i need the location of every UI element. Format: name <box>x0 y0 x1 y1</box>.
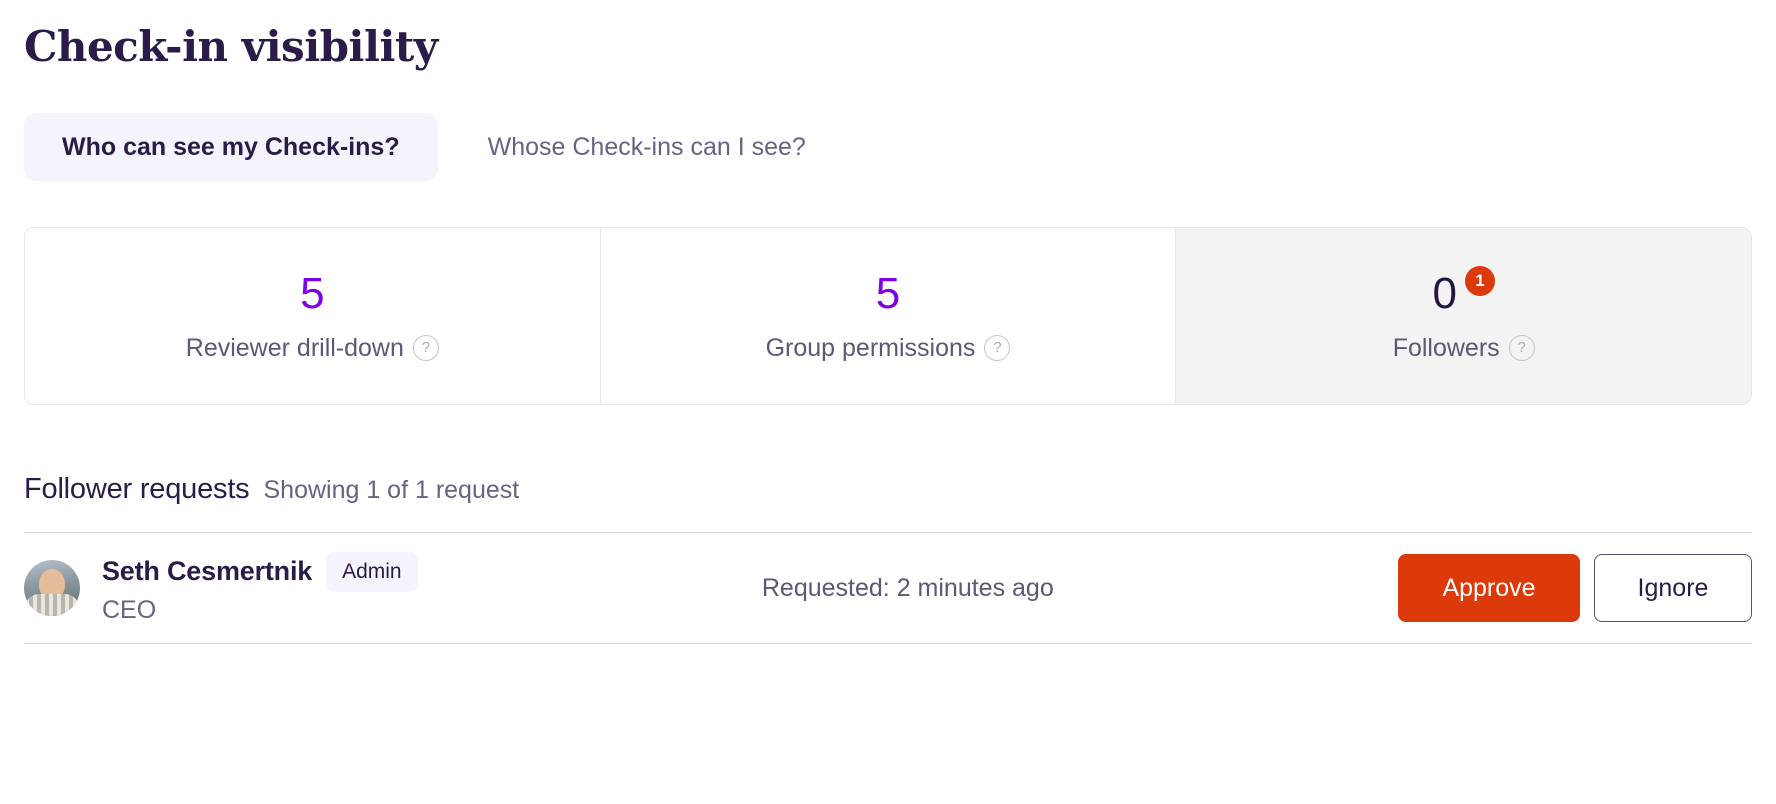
requester-title: CEO <box>102 595 157 624</box>
page-title: Check-in visibility <box>24 22 438 71</box>
avatar-shirt <box>25 594 79 616</box>
notification-badge: 1 <box>1464 265 1495 296</box>
stat-value-row: 5 <box>875 268 901 318</box>
stat-label: Reviewer drill-down <box>185 333 404 362</box>
ignore-button[interactable]: Ignore <box>1594 554 1752 622</box>
stat-card-group: 5 Reviewer drill-down ? 5 Group permissi… <box>24 227 1752 405</box>
requester-name: Seth Cesmertnik <box>102 556 313 586</box>
tab-whose-checkins-can-i-see[interactable]: Whose Check-ins can I see? <box>450 113 844 181</box>
stat-card-followers[interactable]: 0 1 Followers ? <box>1176 228 1751 404</box>
stat-label-row: Group permissions ? <box>766 334 1011 363</box>
requester-name-row: Seth Cesmertnik Admin <box>102 551 418 592</box>
tab-label: Who can see my Check-ins? <box>62 132 400 161</box>
stat-label-row: Followers ? <box>1393 334 1535 363</box>
follower-request-row: Seth Cesmertnik Admin CEO Requested: 2 m… <box>24 532 1752 644</box>
stat-label-row: Reviewer drill-down ? <box>186 334 439 363</box>
section-subtitle: Showing 1 of 1 request <box>263 476 520 504</box>
stat-value: 5 <box>300 268 325 318</box>
follower-requests-header: Follower requests Showing 1 of 1 request <box>24 473 1752 506</box>
avatar <box>24 560 80 616</box>
stat-label: Group permissions <box>765 333 976 362</box>
request-action-buttons: Approve Ignore <box>1398 554 1752 622</box>
help-circle-icon[interactable]: ? <box>984 335 1011 361</box>
help-circle-icon[interactable]: ? <box>1508 335 1535 361</box>
stat-label: Followers <box>1392 333 1500 362</box>
request-timestamp: Requested: 2 minutes ago <box>761 573 1054 602</box>
tab-bar: Who can see my Check-ins? Whose Check-in… <box>24 113 1752 181</box>
help-circle-icon[interactable]: ? <box>412 335 439 361</box>
requester-identity: Seth Cesmertnik Admin CEO <box>102 551 418 625</box>
stat-card-reviewer-drill-down[interactable]: 5 Reviewer drill-down ? <box>25 228 601 404</box>
stat-value-row: 0 1 <box>1432 265 1495 318</box>
stat-card-group-permissions[interactable]: 5 Group permissions ? <box>600 228 1177 404</box>
section-title: Follower requests <box>24 473 250 505</box>
role-badge: Admin <box>326 551 418 592</box>
stat-value-row: 5 <box>300 268 325 318</box>
check-in-visibility-page: Check-in visibility Who can see my Check… <box>0 0 1776 804</box>
stat-value: 0 <box>1432 268 1457 318</box>
tab-who-can-see-my-checkins[interactable]: Who can see my Check-ins? <box>24 113 438 181</box>
stat-value: 5 <box>875 268 901 318</box>
tab-label: Whose Check-ins can I see? <box>487 132 806 161</box>
approve-button[interactable]: Approve <box>1398 554 1580 622</box>
